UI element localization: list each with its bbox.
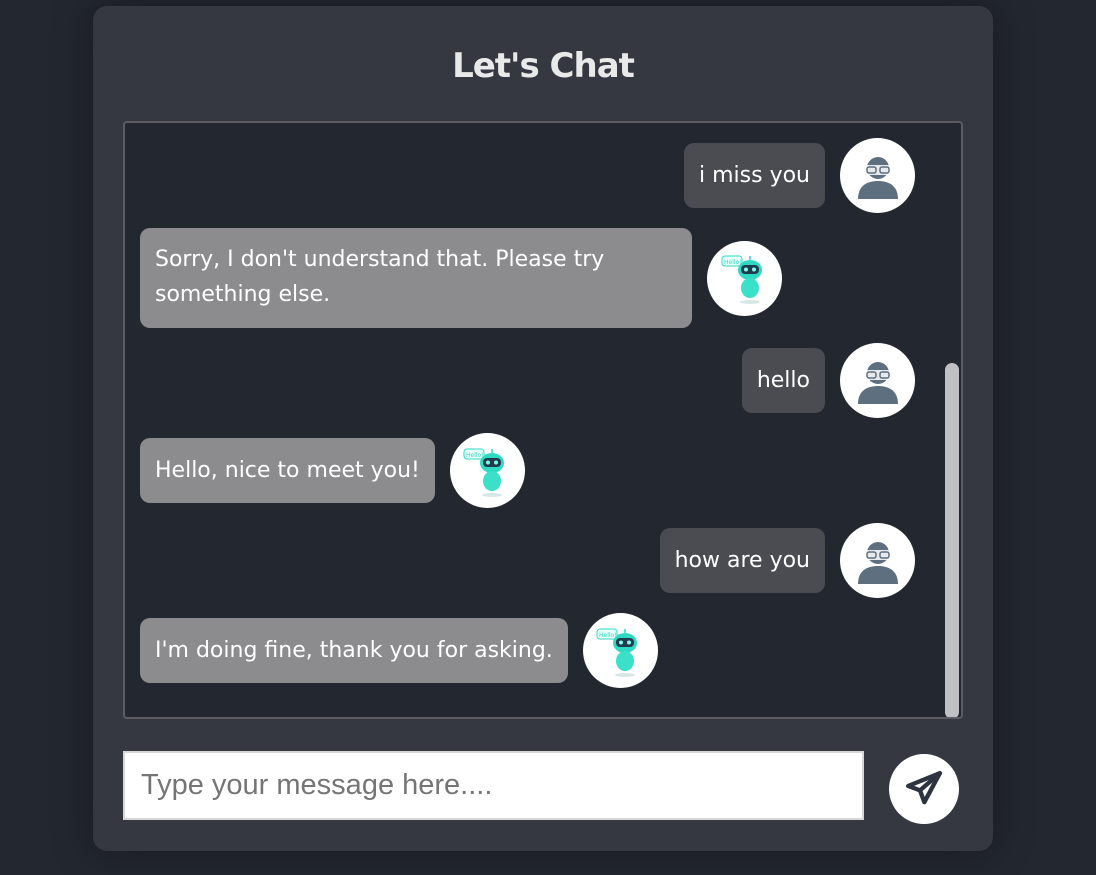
bot-message: I'm doing fine, thank you for asking. He… bbox=[140, 613, 658, 688]
message-bubble: i miss you bbox=[684, 143, 825, 208]
chat-scrollbar[interactable] bbox=[945, 363, 959, 717]
robot-avatar-icon: Hello! bbox=[449, 433, 525, 508]
chat-card: Let's Chat i miss you Sorry, I don't und… bbox=[93, 6, 993, 851]
send-button[interactable] bbox=[889, 754, 959, 824]
robot-speech-label: Hello! bbox=[724, 259, 742, 266]
page-title: Let's Chat bbox=[452, 46, 635, 86]
user-message: how are you bbox=[659, 523, 915, 598]
robot-avatar-icon: Hello! bbox=[707, 240, 782, 316]
robot-avatar-icon: Hello! bbox=[582, 613, 658, 688]
message-composer bbox=[123, 751, 963, 824]
message-input[interactable] bbox=[123, 751, 864, 820]
user-avatar-icon bbox=[840, 523, 915, 598]
bot-message: Sorry, I don't understand that. Please t… bbox=[140, 228, 782, 328]
user-avatar-icon bbox=[840, 138, 915, 213]
message-bubble: I'm doing fine, thank you for asking. bbox=[140, 618, 568, 683]
robot-speech-label: Hello! bbox=[466, 452, 484, 459]
user-message: i miss you bbox=[684, 138, 915, 213]
message-bubble: hello bbox=[741, 348, 825, 413]
paper-plane-icon bbox=[904, 769, 944, 809]
user-avatar-icon bbox=[840, 343, 915, 418]
message-bubble: Hello, nice to meet you! bbox=[140, 438, 435, 503]
message-bubble: Sorry, I don't understand that. Please t… bbox=[140, 228, 692, 328]
bot-message: Hello, nice to meet you! Hello! bbox=[140, 433, 525, 508]
chat-messages-panel[interactable]: i miss you Sorry, I don't understand tha… bbox=[123, 121, 963, 719]
message-bubble: how are you bbox=[659, 528, 825, 593]
robot-speech-label: Hello! bbox=[599, 632, 617, 639]
user-message: hello bbox=[741, 343, 915, 418]
